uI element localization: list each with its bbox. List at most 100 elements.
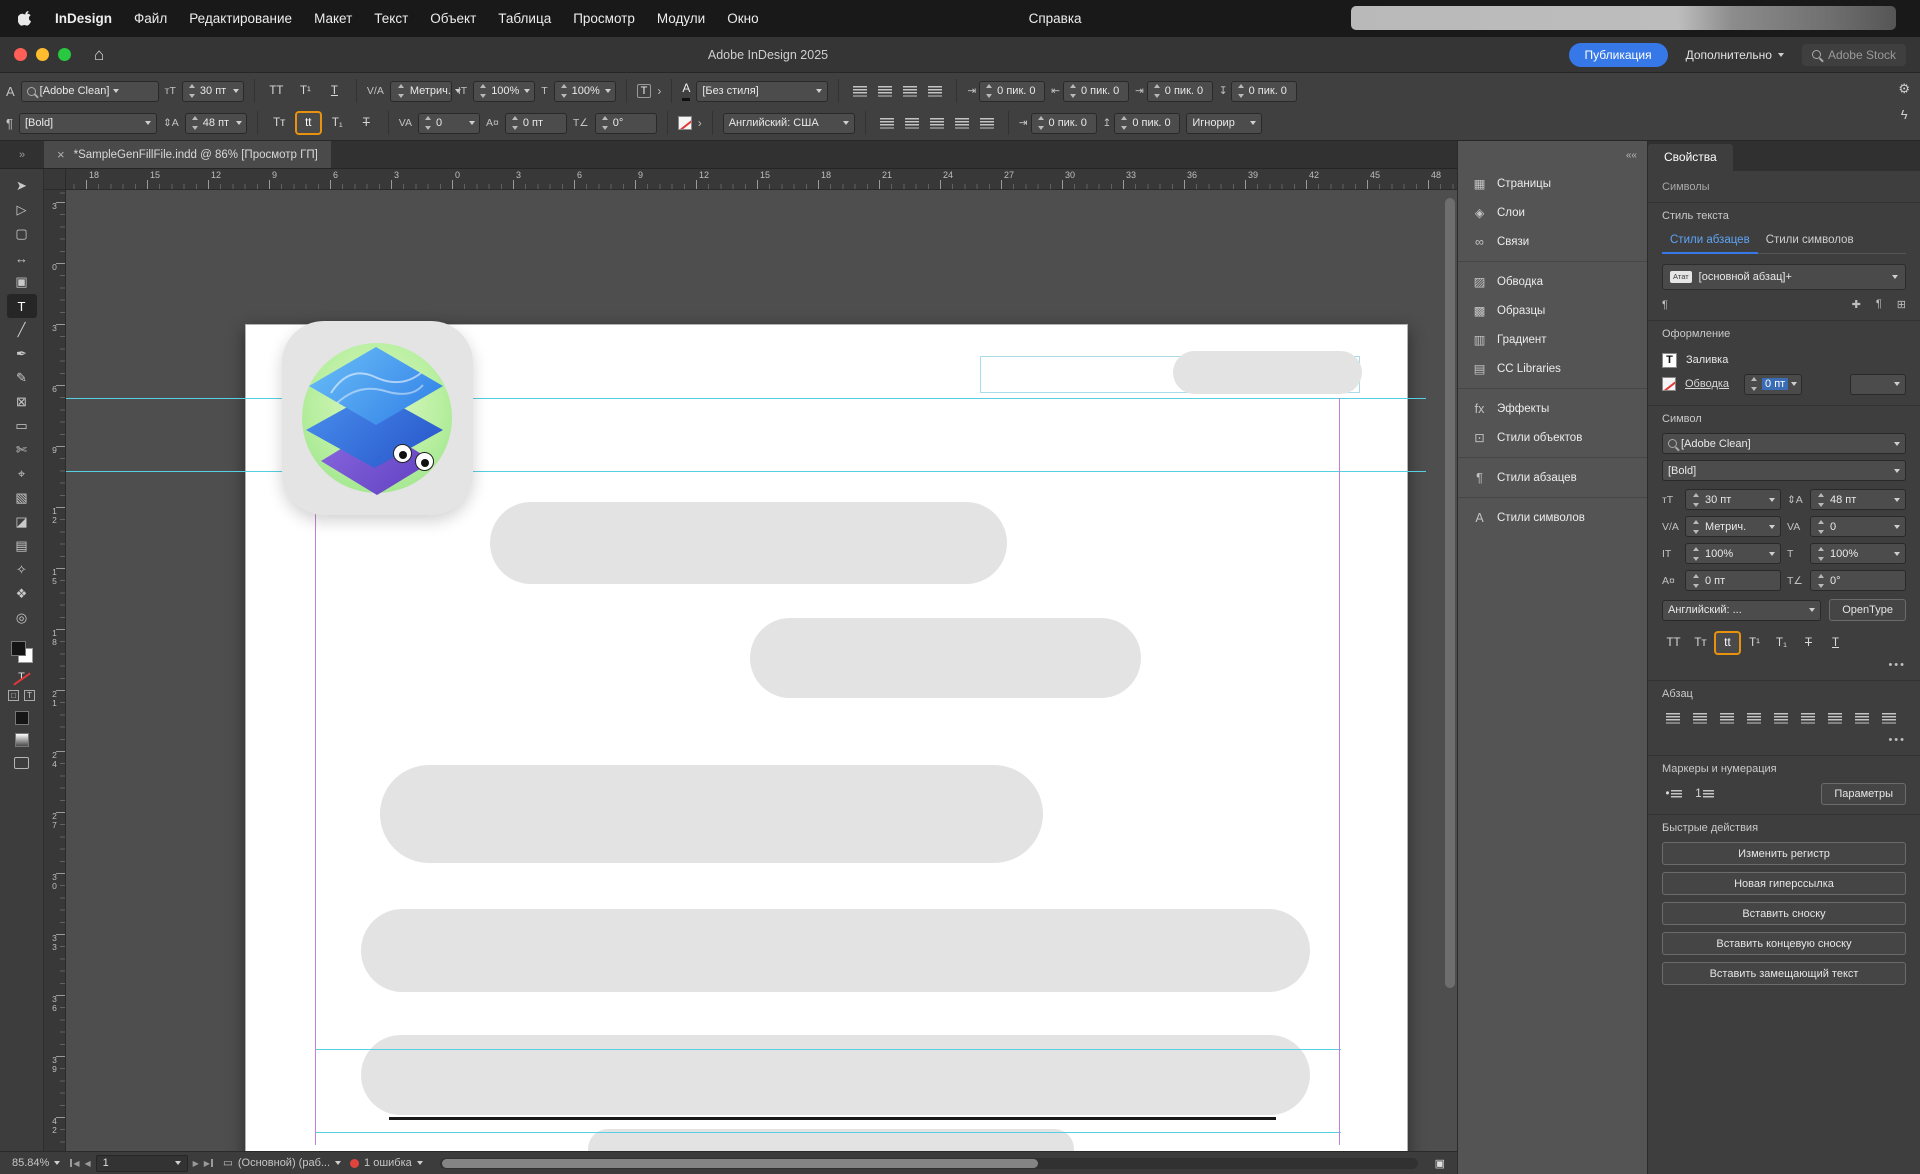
- quick-apply-icon[interactable]: ϟ: [1901, 107, 1908, 122]
- skew-field[interactable]: 0°: [1810, 570, 1906, 591]
- menubar-item[interactable]: Объект: [430, 11, 476, 26]
- kerning-combo[interactable]: Метрич.: [390, 81, 452, 102]
- horizontal-scale-field[interactable]: 100%: [554, 81, 616, 102]
- apply-gradient-swatch[interactable]: [15, 733, 29, 747]
- style-pilcrow-icon[interactable]: ¶: [1876, 298, 1882, 311]
- tool-button[interactable]: ▷: [7, 198, 37, 222]
- align-button[interactable]: [1716, 708, 1738, 728]
- align-button[interactable]: [976, 113, 998, 133]
- panel-tab[interactable]: ▦ Страницы: [1458, 169, 1647, 198]
- font-size-stepper[interactable]: [187, 83, 197, 99]
- collapse-tools-icon[interactable]: »: [0, 141, 44, 168]
- small-caps-button[interactable]: Tт: [1689, 633, 1712, 653]
- quick-action-button[interactable]: Изменить регистр: [1662, 842, 1906, 865]
- spacing-stepper[interactable]: [1036, 115, 1046, 131]
- stroke-label[interactable]: Обводка: [1685, 378, 1729, 390]
- panel-tab[interactable]: ◈ Слои: [1458, 198, 1647, 227]
- new-style-icon[interactable]: ⊞: [1897, 298, 1906, 311]
- tool-button[interactable]: ✄: [7, 438, 37, 462]
- align-button[interactable]: [1797, 708, 1819, 728]
- tab-paragraph-styles[interactable]: Стили абзацев: [1662, 230, 1758, 254]
- more-options-icon[interactable]: •••: [1662, 734, 1906, 746]
- fill-swatch[interactable]: T: [1662, 353, 1677, 368]
- ruler-origin-corner[interactable]: [44, 169, 66, 190]
- panel-tab[interactable]: ▩ Образцы: [1458, 296, 1647, 325]
- all-caps-button[interactable]: TT: [265, 81, 288, 101]
- align-button[interactable]: [1770, 708, 1792, 728]
- panel-tab[interactable]: ∞ Связи: [1458, 227, 1647, 256]
- placeholder-bar[interactable]: [1173, 351, 1362, 394]
- small-caps-button[interactable]: Tт: [268, 113, 291, 133]
- indent-field[interactable]: 0 пик. 0: [1231, 81, 1297, 102]
- vertical-scale-field[interactable]: 100%: [473, 81, 535, 102]
- baseline-shift-stepper[interactable]: [510, 115, 520, 131]
- stepper[interactable]: [1691, 573, 1701, 589]
- opentype-button[interactable]: OpenType: [1829, 599, 1906, 621]
- last-page-button[interactable]: ▶: [204, 1159, 214, 1168]
- leading-field[interactable]: 48 пт: [1810, 489, 1906, 510]
- tool-button[interactable]: ⊠: [7, 390, 37, 414]
- expand-icon[interactable]: ›: [657, 84, 661, 98]
- formatting-affects-container-icon[interactable]: □: [8, 690, 19, 701]
- superscript-button[interactable]: T¹: [294, 81, 317, 101]
- quick-action-button[interactable]: Новая гиперссылка: [1662, 872, 1906, 895]
- tool-button[interactable]: ◎: [7, 606, 37, 630]
- formatting-affects-text-icon[interactable]: T: [24, 690, 35, 701]
- vertical-scale-field[interactable]: 100%: [1685, 543, 1781, 564]
- stroke-swatch[interactable]: [1662, 377, 1676, 391]
- align-button[interactable]: [901, 113, 923, 133]
- menubar-app-name[interactable]: InDesign: [55, 11, 112, 26]
- close-tab-icon[interactable]: ×: [57, 147, 65, 162]
- placeholder-bar[interactable]: [361, 1035, 1310, 1115]
- kerning-field[interactable]: Метрич.: [1685, 516, 1781, 537]
- tab-character-styles[interactable]: Стили символов: [1758, 230, 1862, 253]
- pilcrow-icon[interactable]: ¶: [1662, 299, 1668, 311]
- menubar-item[interactable]: Таблица: [498, 11, 551, 26]
- character-style-badge[interactable]: T: [637, 84, 652, 98]
- align-button[interactable]: [1689, 708, 1711, 728]
- align-button[interactable]: [1878, 708, 1900, 728]
- horizontal-rule[interactable]: [389, 1117, 1276, 1120]
- adobe-stock-search[interactable]: Adobe Stock: [1802, 44, 1906, 66]
- menubar-item[interactable]: Редактирование: [189, 11, 292, 26]
- more-options-icon[interactable]: •••: [1662, 659, 1906, 671]
- style-override-icon[interactable]: ✚: [1852, 298, 1861, 311]
- align-button[interactable]: [1824, 708, 1846, 728]
- stepper[interactable]: [1816, 492, 1826, 508]
- screen-mode-button[interactable]: [14, 757, 29, 769]
- guide-horizontal[interactable]: [66, 471, 1426, 472]
- stepper[interactable]: [1816, 546, 1826, 562]
- preflight-status[interactable]: 1 ошибка: [350, 1157, 423, 1169]
- placeholder-bar[interactable]: [361, 909, 1310, 992]
- panel-tab[interactable]: А Стили символов: [1458, 503, 1647, 532]
- close-window-button[interactable]: [14, 48, 27, 61]
- panel-menu-icon[interactable]: ⚙: [1898, 81, 1910, 97]
- vertical-scale-stepper[interactable]: [478, 83, 488, 99]
- panel-tab[interactable]: ¶ Стили абзацев: [1458, 463, 1647, 492]
- zoom-control[interactable]: 85.84%: [12, 1157, 60, 1169]
- indent-stepper[interactable]: [1068, 83, 1078, 99]
- bullets-options-button[interactable]: Параметры: [1821, 783, 1906, 805]
- align-button[interactable]: [874, 81, 896, 101]
- panel-tab[interactable]: ⊡ Стили объектов: [1458, 423, 1647, 452]
- tool-button[interactable]: ▭: [7, 414, 37, 438]
- vertical-scrollbar[interactable]: [1445, 198, 1455, 988]
- stroke-color-indicator[interactable]: [678, 116, 692, 130]
- baseline-shift-field[interactable]: 0 пт: [505, 113, 567, 134]
- stroke-type-combo[interactable]: [1850, 374, 1906, 395]
- guide-horizontal[interactable]: [315, 1132, 1341, 1133]
- app-icon-artwork[interactable]: [282, 321, 473, 515]
- panel-tab[interactable]: ▨ Обводка: [1458, 267, 1647, 296]
- indent-stepper[interactable]: [1152, 83, 1162, 99]
- tracking-field[interactable]: 0: [1810, 516, 1906, 537]
- stepper[interactable]: [1691, 492, 1701, 508]
- fill-stroke-proxy[interactable]: [10, 640, 34, 664]
- tool-button[interactable]: ▧: [7, 486, 37, 510]
- indent-field[interactable]: 0 пик. 0: [979, 81, 1045, 102]
- tool-button[interactable]: ✧: [7, 558, 37, 582]
- minimize-window-button[interactable]: [36, 48, 49, 61]
- align-button[interactable]: [926, 113, 948, 133]
- indent-field[interactable]: 0 пик. 0: [1063, 81, 1129, 102]
- spacing-stepper[interactable]: [1119, 115, 1129, 131]
- paragraph-style-combo[interactable]: [Без стиля]: [696, 81, 828, 102]
